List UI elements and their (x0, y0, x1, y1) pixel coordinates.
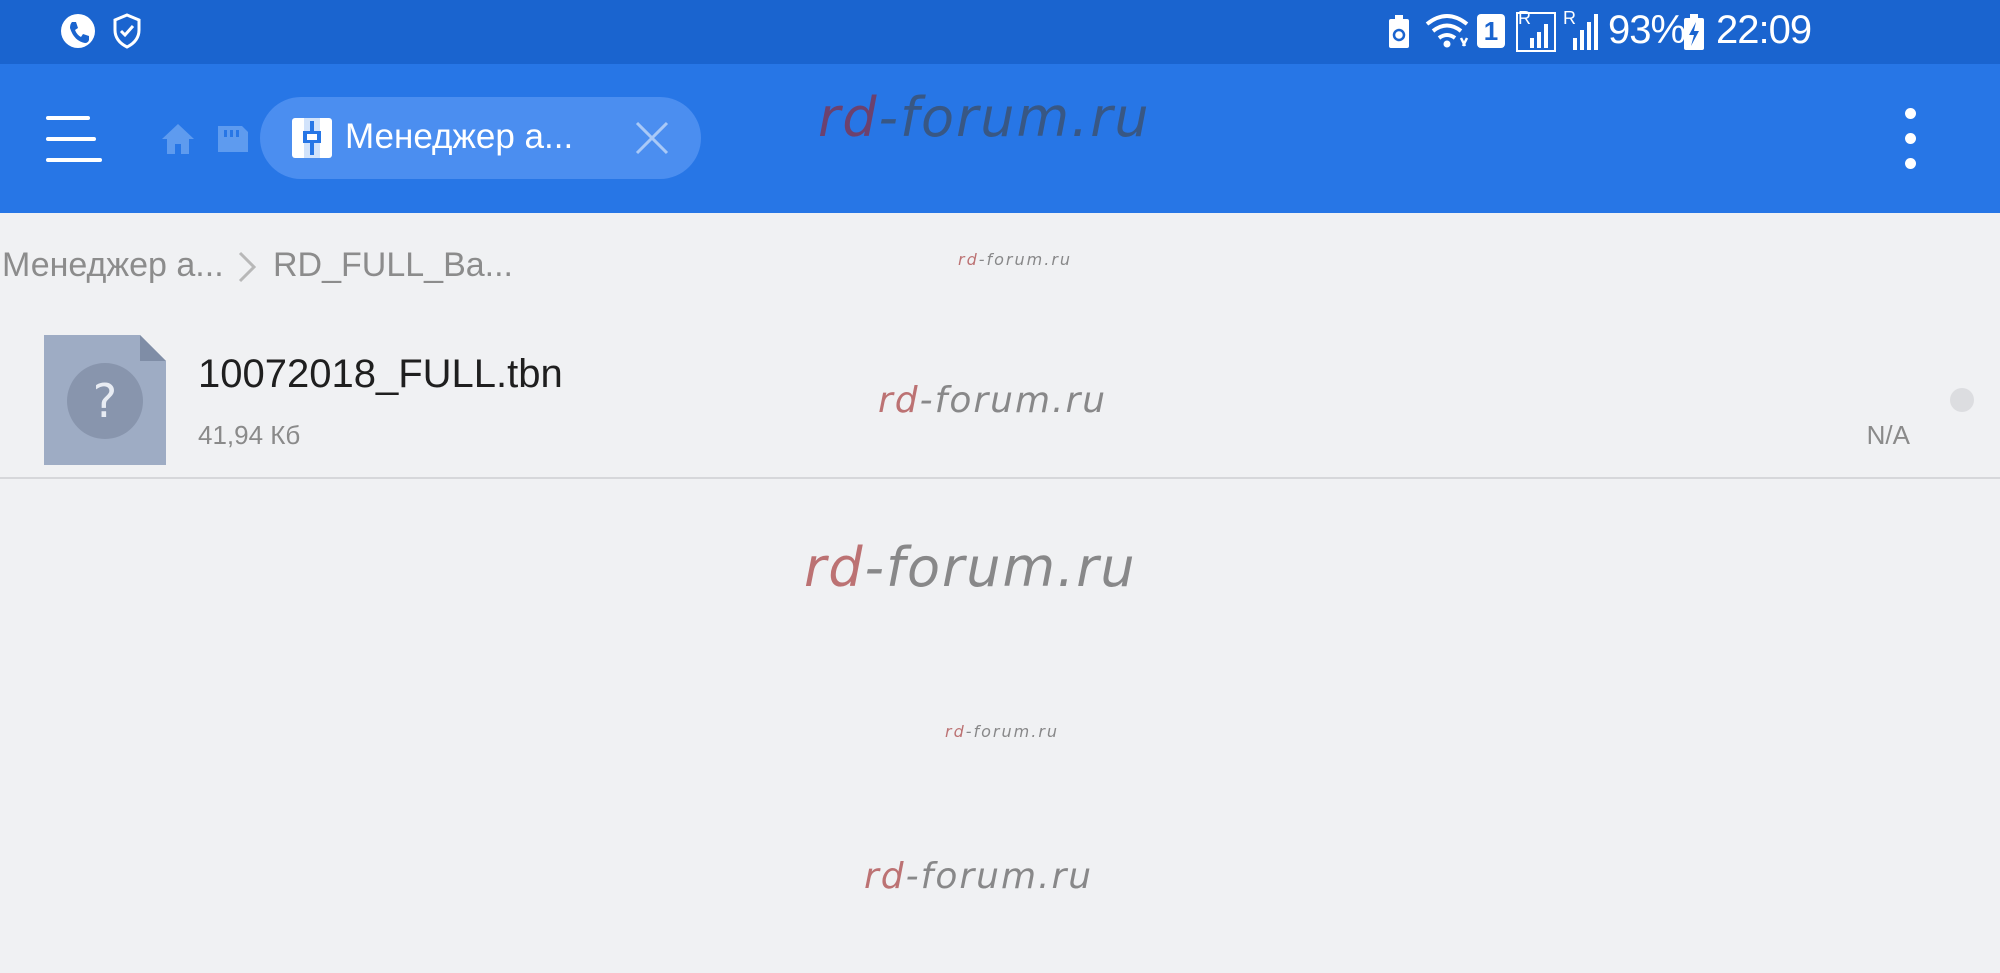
sim-badge: 1 (1483, 16, 1499, 46)
watermark: rd-forum.ru (818, 86, 1151, 149)
watermark: rd-forum.ru (878, 380, 1108, 421)
watermark: rd-forum.ru (945, 722, 1060, 741)
sd-card-icon[interactable] (216, 124, 250, 154)
battery-charging-icon (1684, 14, 1704, 50)
battery-saver-icon (1389, 15, 1409, 48)
battery-percent: 93% (1608, 8, 1686, 52)
tab-app-manager[interactable]: Менеджер а... (260, 97, 701, 179)
close-icon[interactable] (634, 120, 670, 156)
shield-check-icon (113, 13, 141, 49)
breadcrumb-item[interactable]: Менеджер а... (2, 246, 224, 285)
file-name: 10072018_FULL.tbn (198, 352, 563, 396)
file-date: N/A (1866, 420, 1910, 450)
menu-icon[interactable] (46, 114, 102, 164)
sim-1-icon: 1 (1477, 14, 1505, 48)
watermark: rd-forum.ru (804, 536, 1137, 599)
wifi-icon (1425, 14, 1469, 48)
chevron-right-icon (238, 251, 257, 283)
selection-indicator[interactable] (1950, 388, 1974, 412)
home-icon[interactable] (160, 122, 196, 156)
file-size: 41,94 Кб (198, 420, 301, 450)
unknown-file-icon: ? (44, 335, 166, 465)
app-manager-icon (292, 118, 332, 158)
signal-icon: R (1563, 8, 1599, 52)
signal-roaming-icon: R (1516, 8, 1556, 52)
svg-text:?: ? (93, 374, 117, 428)
watermark: rd-forum.ru (958, 250, 1073, 269)
tab-label: Менеджер а... (345, 117, 574, 156)
phone-call-icon (61, 14, 95, 48)
breadcrumb-item[interactable]: RD_FULL_Ba... (273, 246, 513, 285)
more-vert-icon[interactable] (1895, 108, 1925, 170)
watermark: rd-forum.ru (864, 856, 1094, 897)
divider (0, 477, 2000, 479)
status-bar: 1 R R 93% 22:09 (0, 0, 2000, 64)
status-time: 22:09 (1716, 8, 1812, 52)
